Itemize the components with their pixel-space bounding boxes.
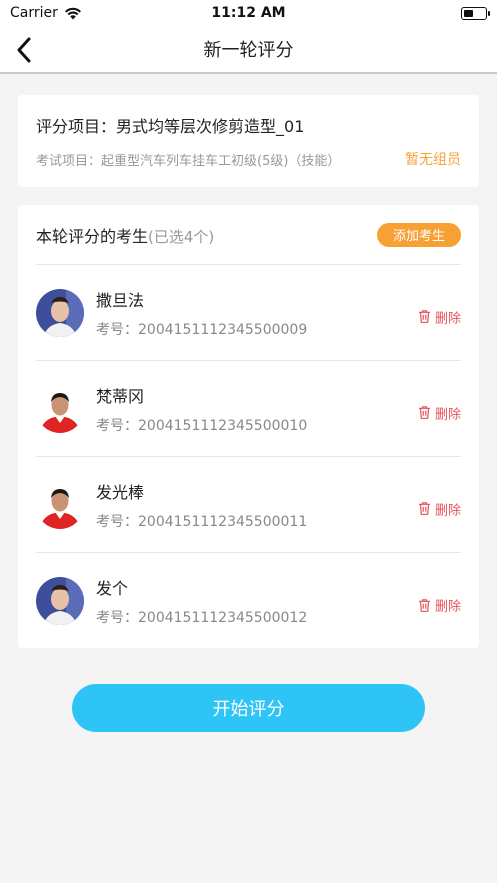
exam-text: 考试项目：起重型汽车列车挂车工初级(5级)（技能） [36, 150, 340, 169]
start-grading-button[interactable]: 开始评分 [72, 684, 425, 732]
student-id: 考号：2004151112345500010 [96, 415, 461, 435]
student-info: 撒旦法 考号：2004151112345500009 [96, 287, 461, 339]
student-name: 梵蒂冈 [96, 386, 145, 406]
exam-name: 起重型汽车列车挂车工初级(5级)（技能） [101, 153, 341, 169]
student-id-label: 考号： [96, 417, 138, 434]
member-status[interactable]: 暂无组员 [405, 149, 461, 169]
student-id: 考号：2004151112345500012 [96, 607, 461, 627]
trash-icon [418, 598, 430, 612]
status-left: Carrier [10, 5, 82, 21]
students-heading: 本轮评分的考生(已选4个) [36, 223, 214, 247]
trash-icon [418, 502, 430, 515]
student-id-value: 2004151112345500011 [138, 513, 308, 530]
back-button[interactable] [8, 34, 40, 66]
delete-button[interactable]: 删除 [418, 307, 461, 326]
student-row: 梵蒂冈 考号：2004151112345500010 删除 [36, 361, 461, 457]
exam-row: 考试项目：起重型汽车列车挂车工初级(5级)（技能） 暂无组员 [36, 149, 461, 169]
student-info: 发光棒 考号：2004151112345500011 [96, 479, 461, 531]
add-student-button[interactable]: 添加考生 [376, 222, 461, 247]
student-name: 撒旦法 [96, 290, 145, 310]
chevron-left-icon [17, 37, 31, 63]
project-label: 评分项目： [36, 117, 117, 136]
trash-icon [418, 310, 430, 323]
student-id-label: 考号： [96, 513, 138, 530]
student-id-value: 2004151112345500012 [138, 610, 308, 626]
avatar [36, 480, 84, 529]
student-id-value: 2004151112345500010 [138, 417, 308, 434]
delete-label: 删除 [434, 502, 461, 518]
project-row: 评分项目： 男式均等层次修剪造型_01 [36, 113, 461, 137]
delete-button[interactable]: 删除 [418, 595, 461, 614]
students-count: (已选4个) [148, 227, 215, 246]
student-row: 发个 考号：2004151112345500012 删除 [36, 553, 461, 649]
student-info: 梵蒂冈 考号：2004151112345500010 [96, 383, 461, 435]
avatar [36, 288, 84, 337]
student-row: 撒旦法 考号：2004151112345500009 删除 [36, 265, 461, 361]
battery-icon [461, 6, 490, 20]
delete-button[interactable]: 删除 [418, 403, 461, 422]
student-id-value: 2004151112345500009 [138, 321, 308, 338]
students-card: 本轮评分的考生(已选4个) 添加考生 撒旦法 考号：20041511123455… [18, 205, 479, 648]
student-name: 发光棒 [96, 482, 145, 502]
nav-bar: 新一轮评分 [0, 26, 497, 74]
students-title: 本轮评分的考生 [36, 226, 149, 246]
project-name: 男式均等层次修剪造型_01 [116, 117, 305, 136]
delete-label: 删除 [434, 599, 461, 615]
delete-label: 删除 [434, 406, 461, 422]
student-id: 考号：2004151112345500011 [96, 511, 461, 531]
carrier-label: Carrier [10, 5, 58, 21]
delete-label: 删除 [434, 310, 461, 326]
exam-label: 考试项目： [36, 153, 102, 169]
page-title: 新一轮评分 [203, 40, 294, 61]
student-info: 发个 考号：2004151112345500012 [96, 575, 461, 627]
student-id: 考号：2004151112345500009 [96, 319, 461, 339]
student-id-label: 考号： [96, 321, 138, 338]
avatar [36, 577, 84, 625]
avatar [36, 384, 84, 433]
students-header: 本轮评分的考生(已选4个) 添加考生 [36, 205, 461, 265]
trash-icon [418, 406, 430, 419]
student-row: 发光棒 考号：2004151112345500011 删除 [36, 457, 461, 553]
status-bar: Carrier 11:12 AM [0, 0, 497, 26]
student-id-label: 考号： [96, 610, 138, 626]
student-name: 发个 [96, 579, 129, 598]
delete-button[interactable]: 删除 [418, 499, 461, 518]
wifi-icon [64, 7, 81, 19]
project-card: 评分项目： 男式均等层次修剪造型_01 考试项目：起重型汽车列车挂车工初级(5级… [18, 95, 479, 187]
